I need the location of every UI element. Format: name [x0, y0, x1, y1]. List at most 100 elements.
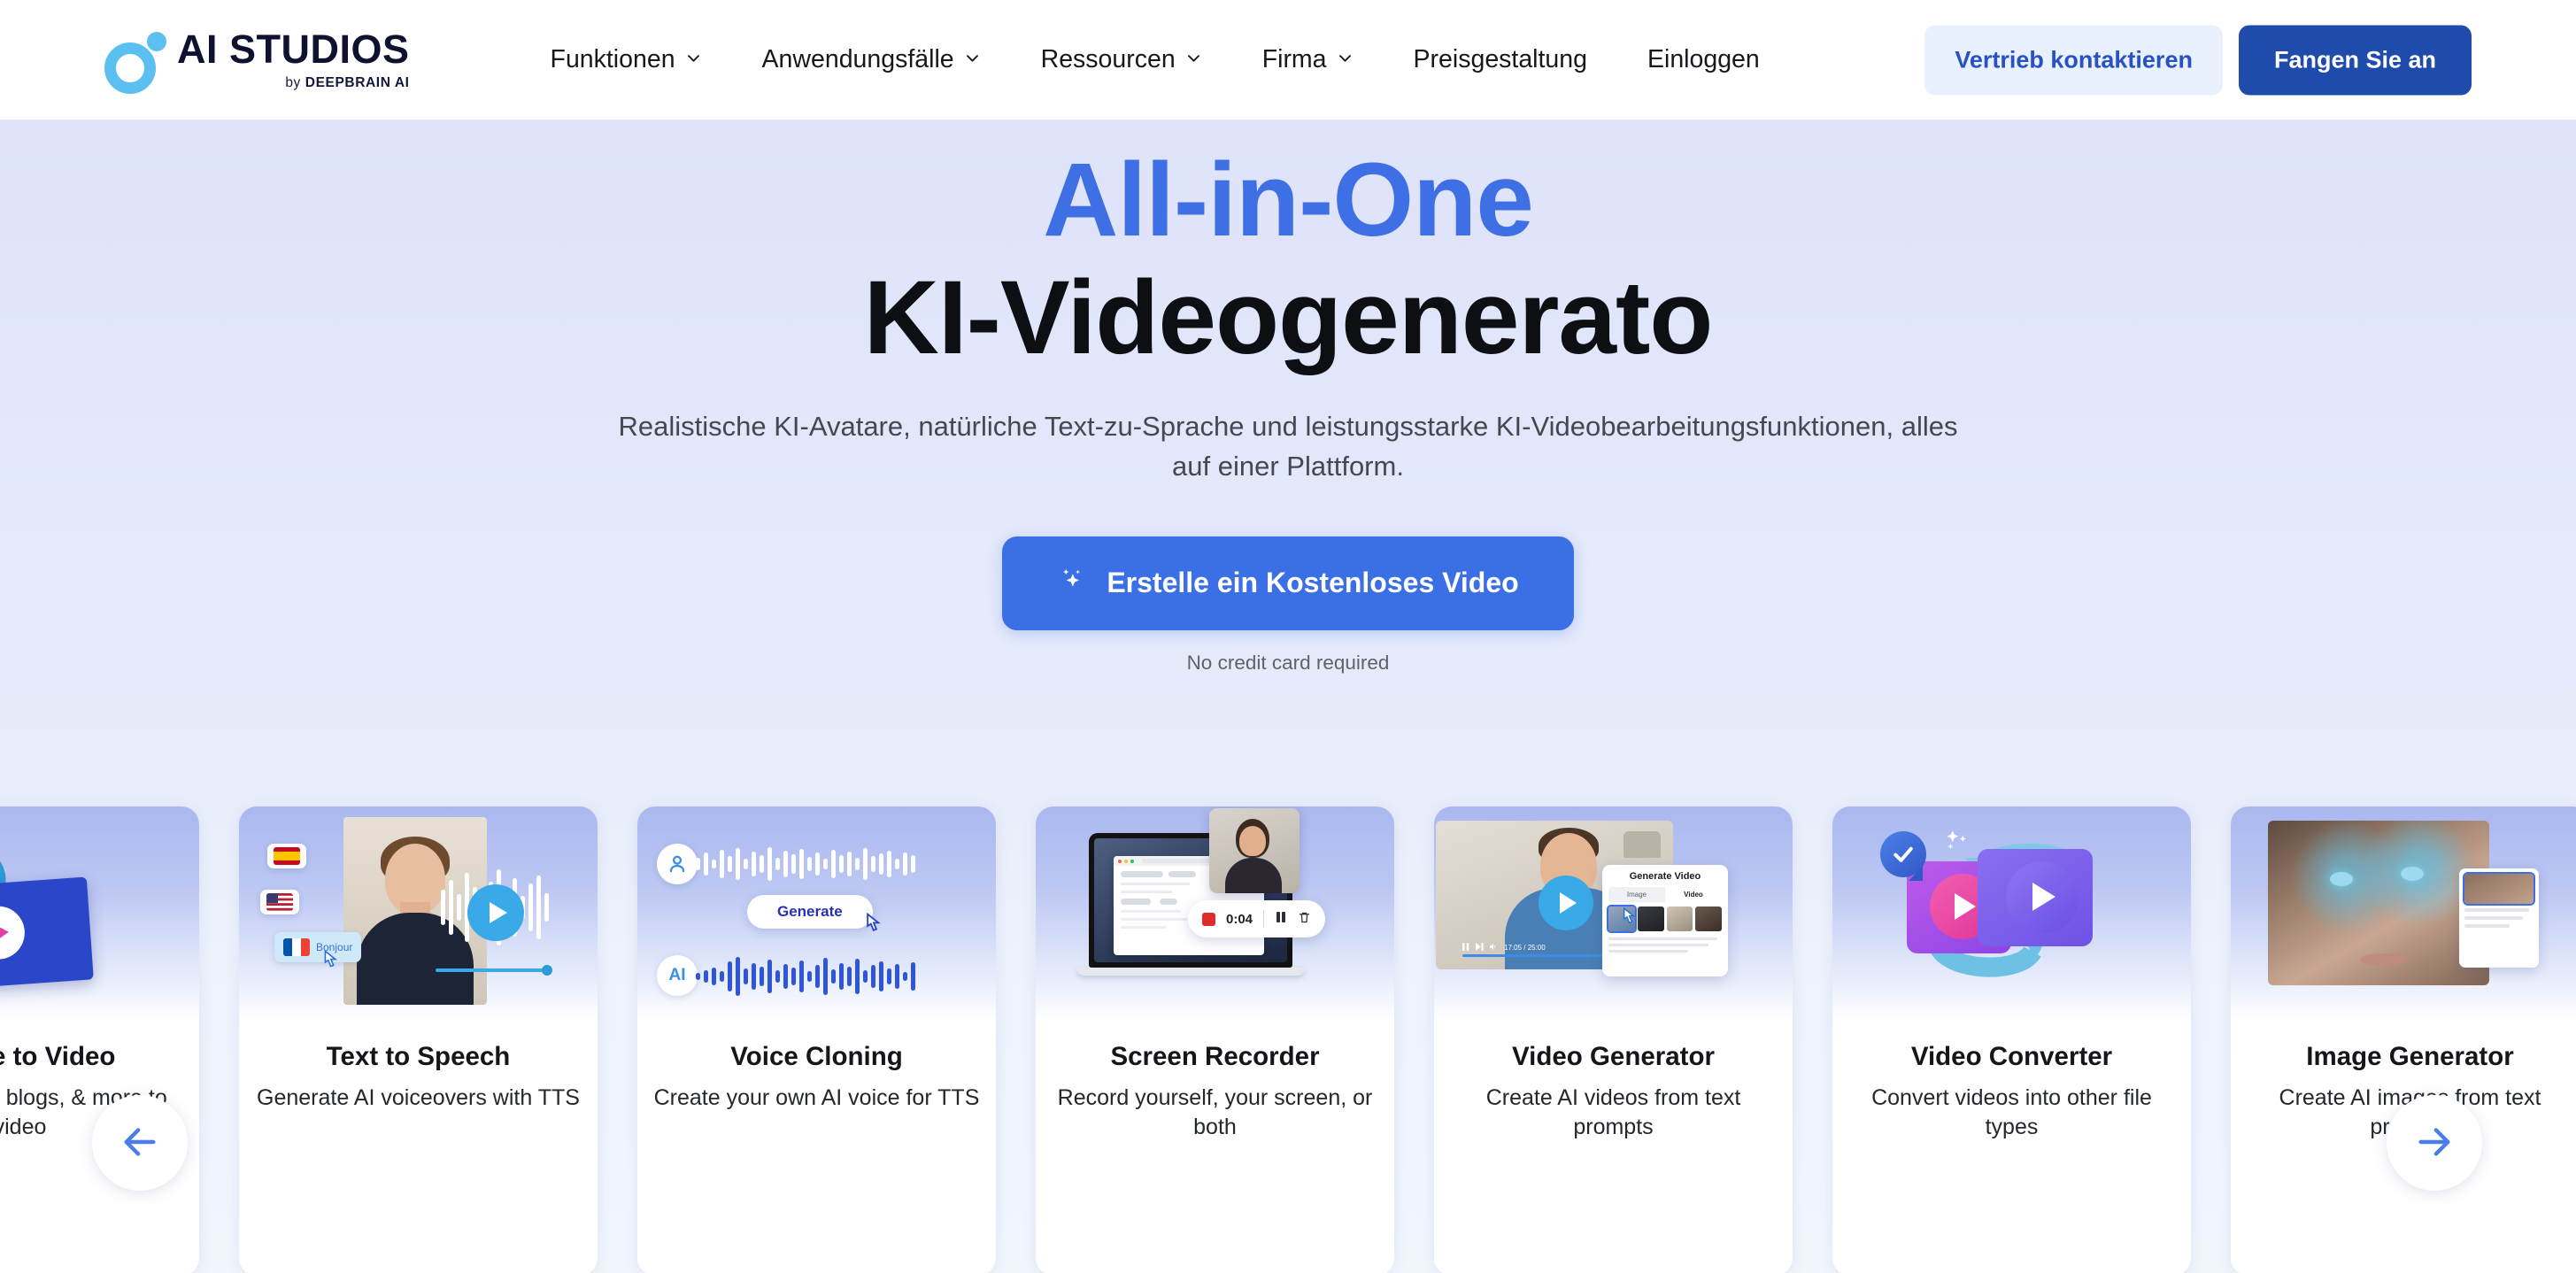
flag-usa-icon [266, 893, 293, 911]
get-started-button[interactable]: Fangen Sie an [2238, 25, 2472, 95]
create-free-video-button[interactable]: Erstelle ein Kostenloses Video [1002, 536, 1574, 630]
cursor-pointer-icon [317, 948, 342, 981]
main-nav: Funktionen Anwendungsfälle Ressourcen Fi… [521, 45, 1790, 74]
chevron-down-icon [1185, 50, 1202, 66]
tab-video[interactable]: Video [1665, 887, 1722, 902]
card-thumbnail [2231, 806, 2576, 1022]
play-icon [1539, 876, 1593, 930]
progress-bar [436, 965, 552, 976]
cursor-pointer-icon [859, 911, 885, 945]
chevron-down-icon [685, 50, 702, 66]
flag-france-icon [283, 938, 310, 956]
headline-accent: All-in-One [1043, 142, 1534, 258]
card-thumbnail: Bonjour [239, 806, 598, 1022]
tab-image[interactable]: Image [1608, 887, 1665, 902]
card-title: Video Generator [1512, 1042, 1715, 1071]
hero-subtitle-line2: auf einer Plattform. [1172, 451, 1404, 482]
avatar-thumb[interactable] [1666, 907, 1693, 931]
stop-record-icon[interactable] [1202, 912, 1215, 926]
hero-subtitle: Realistische KI-Avatare, natürliche Text… [491, 406, 2085, 487]
headline-main: KI-Videogenerato [863, 259, 1714, 377]
contact-sales-button[interactable]: Vertrieb kontaktieren [1924, 25, 2223, 95]
nav-item-ressourcen[interactable]: Ressourcen [1011, 45, 1232, 74]
cta-note: No credit card required [1186, 651, 1390, 674]
card-thumbnail: 0:04 [1036, 806, 1394, 1022]
chevron-down-icon [964, 50, 981, 66]
nav-item-firma[interactable]: Firma [1232, 45, 1384, 74]
audio-waveform-ai [696, 957, 915, 996]
feature-card-text-to-speech[interactable]: Bonjour Text to Speech Generate AI voice… [239, 806, 598, 1273]
logo-tagline: by DEEPBRAIN AI [285, 74, 410, 90]
card-description: Record yourself, your screen, or both [1057, 1084, 1373, 1140]
ai-badge: AI [657, 955, 698, 996]
carousel-next-button[interactable] [2387, 1095, 2482, 1191]
card-thumbnail: Generate AI [637, 806, 996, 1022]
feature-card-video-converter[interactable]: Video Converter Convert videos into othe… [1832, 806, 2191, 1273]
feature-card-article-to-video[interactable]: NEWS [0, 806, 199, 1273]
chevron-down-icon [1337, 50, 1354, 66]
feature-card-video-generator[interactable]: 17:05 / 25:00 Generate Video Image Video [1434, 806, 1793, 1273]
carousel-prev-button[interactable] [92, 1095, 188, 1191]
card-description: Convert videos into other file types [1871, 1084, 2152, 1140]
play-icon [467, 884, 524, 941]
hero-subtitle-line1: Realistische KI-Avatare, natürliche Text… [618, 410, 1958, 442]
pause-icon[interactable] [1462, 943, 1469, 953]
audio-waveform-user [696, 845, 915, 883]
pause-icon[interactable] [1275, 911, 1287, 927]
logo[interactable]: AI STUDIOS by DEEPBRAIN AI [104, 27, 410, 94]
card-title: Video Converter [1910, 1042, 2113, 1071]
feature-card-voice-cloning[interactable]: Generate AI Voice Cloning Create your ow… [637, 806, 996, 1273]
sparkle-icon [1057, 565, 1087, 602]
card-description: Create AI videos from text prompts [1485, 1084, 1741, 1140]
hero-cta-wrap: Erstelle ein Kostenloses Video [0, 536, 2576, 630]
card-thumbnail [1832, 806, 2191, 1022]
image-results-panel [2459, 868, 2539, 968]
panel-tabs: Image Video [1608, 887, 1722, 902]
video-timecode: 17:05 / 25:00 [1504, 944, 1546, 952]
nav-label: Einloggen [1647, 45, 1760, 73]
card-title: Voice Cloning [730, 1042, 903, 1071]
video-illustration [0, 876, 94, 991]
ai-badge-label: AI [668, 966, 686, 984]
header-actions: Vertrieb kontaktieren Fangen Sie an [1924, 25, 2472, 95]
nav-item-einloggen[interactable]: Einloggen [1617, 45, 1790, 74]
nav-label: Ressourcen [1040, 45, 1176, 73]
feature-card-screen-recorder[interactable]: 0:04 Screen Recorder Record yourself, yo… [1036, 806, 1394, 1273]
carousel-track: NEWS [0, 806, 2576, 1273]
card-title: Screen Recorder [1110, 1042, 1320, 1071]
arrow-left-icon [120, 1122, 160, 1165]
site-header: AI STUDIOS by DEEPBRAIN AI Funktionen An… [0, 0, 2576, 120]
panel-title: Generate Video [1629, 871, 1701, 882]
avatar-thumb[interactable] [1637, 907, 1664, 931]
nav-label: Preisgestaltung [1413, 45, 1587, 73]
card-thumbnail: NEWS [0, 806, 199, 1022]
page-title: All-in-One KI-Videogenerato [0, 142, 2576, 378]
feature-card-image-generator[interactable]: Image Generator Create AI images from te… [2231, 806, 2576, 1273]
nav-label: Funktionen [550, 45, 675, 73]
hero-section: All-in-One KI-Videogenerato Realistische… [0, 120, 2576, 1273]
nav-item-anwendungsfaelle[interactable]: Anwendungsfälle [732, 45, 1011, 74]
progress-handle[interactable] [542, 965, 552, 976]
play-icon [0, 904, 27, 961]
avatar-thumb[interactable] [1695, 907, 1722, 931]
generate-button[interactable]: Generate [747, 895, 873, 929]
card-title: Article to Video [0, 1042, 116, 1071]
card-thumbnail: 17:05 / 25:00 Generate Video Image Video [1434, 806, 1793, 1022]
selected-image-thumb[interactable] [2463, 872, 2535, 906]
panel-text-lines [2464, 908, 2534, 928]
card-description: Generate AI voiceovers with TTS [257, 1084, 580, 1110]
next-track-icon[interactable] [1476, 943, 1484, 953]
record-timer: 0:04 [1226, 911, 1253, 927]
arrow-right-icon [2414, 1122, 2455, 1165]
feature-carousel: NEWS [0, 806, 2576, 1273]
video-controls: 17:05 / 25:00 [1462, 943, 1546, 953]
cursor-pointer-icon [1616, 906, 1639, 937]
nav-item-funktionen[interactable]: Funktionen [521, 45, 732, 74]
nav-item-preisgestaltung[interactable]: Preisgestaltung [1384, 45, 1617, 74]
trash-icon[interactable] [1298, 911, 1311, 928]
nav-label: Firma [1261, 45, 1327, 73]
volume-icon[interactable] [1490, 943, 1498, 953]
logo-wordmark: AI STUDIOS [177, 26, 410, 72]
nav-label: Anwendungsfälle [761, 45, 954, 73]
cta-label: Erstelle ein Kostenloses Video [1107, 567, 1519, 599]
